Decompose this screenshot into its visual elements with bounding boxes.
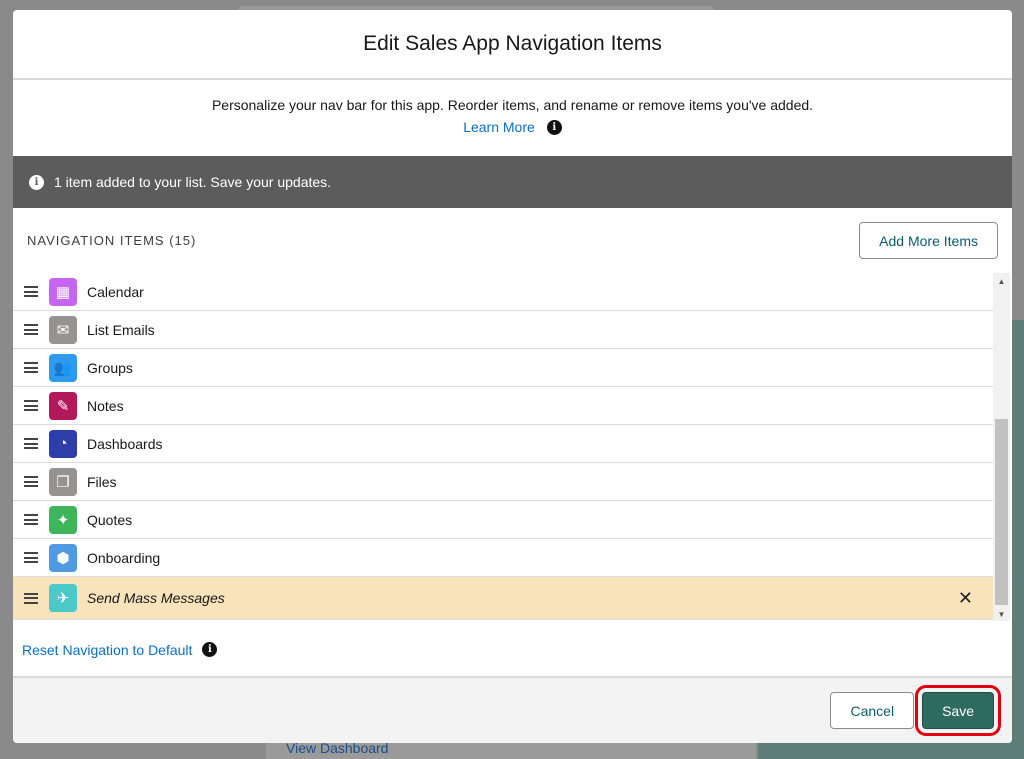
modal-title: Edit Sales App Navigation Items [13,10,1012,80]
scrollbar[interactable]: ▲ ▼ [993,273,1010,621]
dashboards-icon: ◔ [49,429,77,458]
nav-item-row[interactable]: 👥 Groups [13,349,993,387]
nav-item-row[interactable]: ◔ Dashboards [13,425,993,463]
nav-item-row[interactable]: ✈ Send Mass Messages ✕ [13,577,993,620]
save-button[interactable]: Save [915,685,1001,736]
modal-footer: Cancel Save [13,676,1012,743]
modal-description: Personalize your nav bar for this app. R… [13,80,1012,156]
quotes-icon: ✦ [49,505,77,534]
remove-icon[interactable]: ✕ [958,588,973,609]
info-icon[interactable]: i [546,119,562,135]
nav-item-row[interactable]: ▦ Calendar [13,273,993,311]
drag-handle-icon[interactable] [24,286,38,297]
files-icon: ❐ [49,467,77,496]
drag-handle-icon[interactable] [24,514,38,525]
nav-item-label: List Emails [87,321,155,338]
nav-item-label: Groups [87,359,133,376]
nav-item-row[interactable]: ⬢ Onboarding [13,539,993,577]
scrollbar-thumb[interactable] [995,419,1008,605]
info-icon: i [29,174,44,190]
scroll-up-icon[interactable]: ▲ [993,277,1010,286]
onboarding-icon: ⬢ [49,543,77,572]
nav-item-label: Calendar [87,283,144,300]
drag-handle-icon[interactable] [24,592,38,604]
calendar-icon: ▦ [49,277,77,306]
description-text: Personalize your nav bar for this app. R… [211,97,814,113]
drag-handle-icon[interactable] [24,438,38,449]
list-emails-icon: ✉ [49,315,77,344]
groups-icon: 👥 [49,353,77,382]
nav-item-label: Quotes [87,511,133,528]
nav-item-row[interactable]: ✉ List Emails [13,311,993,349]
nav-item-row[interactable]: ✎ Notes [13,387,993,425]
section-header: NAVIGATION ITEMS (15) Add More Items [13,208,1012,273]
drag-handle-icon[interactable] [24,362,38,373]
nav-item-row[interactable]: ✦ Quotes [13,501,993,539]
navigation-items-list: ▦ Calendar ✉ List Emails 👥 Groups ✎ Notes ◔ Dashb… [13,273,1012,621]
send-mass-messages-icon: ✈ [49,584,77,612]
info-icon[interactable]: i [202,642,218,657]
nav-item-label: Files [87,473,117,490]
nav-item-row[interactable]: ❐ Files [13,463,993,501]
add-more-items-button[interactable]: Add More Items [859,222,998,259]
drag-handle-icon[interactable] [24,400,38,411]
drag-handle-icon[interactable] [24,552,38,563]
cancel-button[interactable]: Cancel [830,692,915,729]
toast-text: 1 item added to your list. Save your upd… [54,174,332,190]
reset-navigation-link[interactable]: Reset Navigation to Default [22,642,192,658]
nav-item-label: Notes [87,397,124,414]
toast-message: i 1 item added to your list. Save your up… [13,156,1012,208]
drag-handle-icon[interactable] [24,476,38,487]
learn-more-link[interactable]: Learn More [463,119,535,135]
reset-area: Reset Navigation to Default i [13,621,1012,678]
notes-icon: ✎ [49,391,77,420]
edit-navigation-modal: Edit Sales App Navigation Items Personal… [13,10,1012,743]
drag-handle-icon[interactable] [24,324,38,335]
nav-item-label: Send Mass Messages [87,590,225,606]
scroll-down-icon[interactable]: ▼ [993,610,1010,619]
section-title: NAVIGATION ITEMS (15) [27,233,197,248]
nav-item-label: Onboarding [87,549,161,566]
nav-item-label: Dashboards [87,435,163,452]
